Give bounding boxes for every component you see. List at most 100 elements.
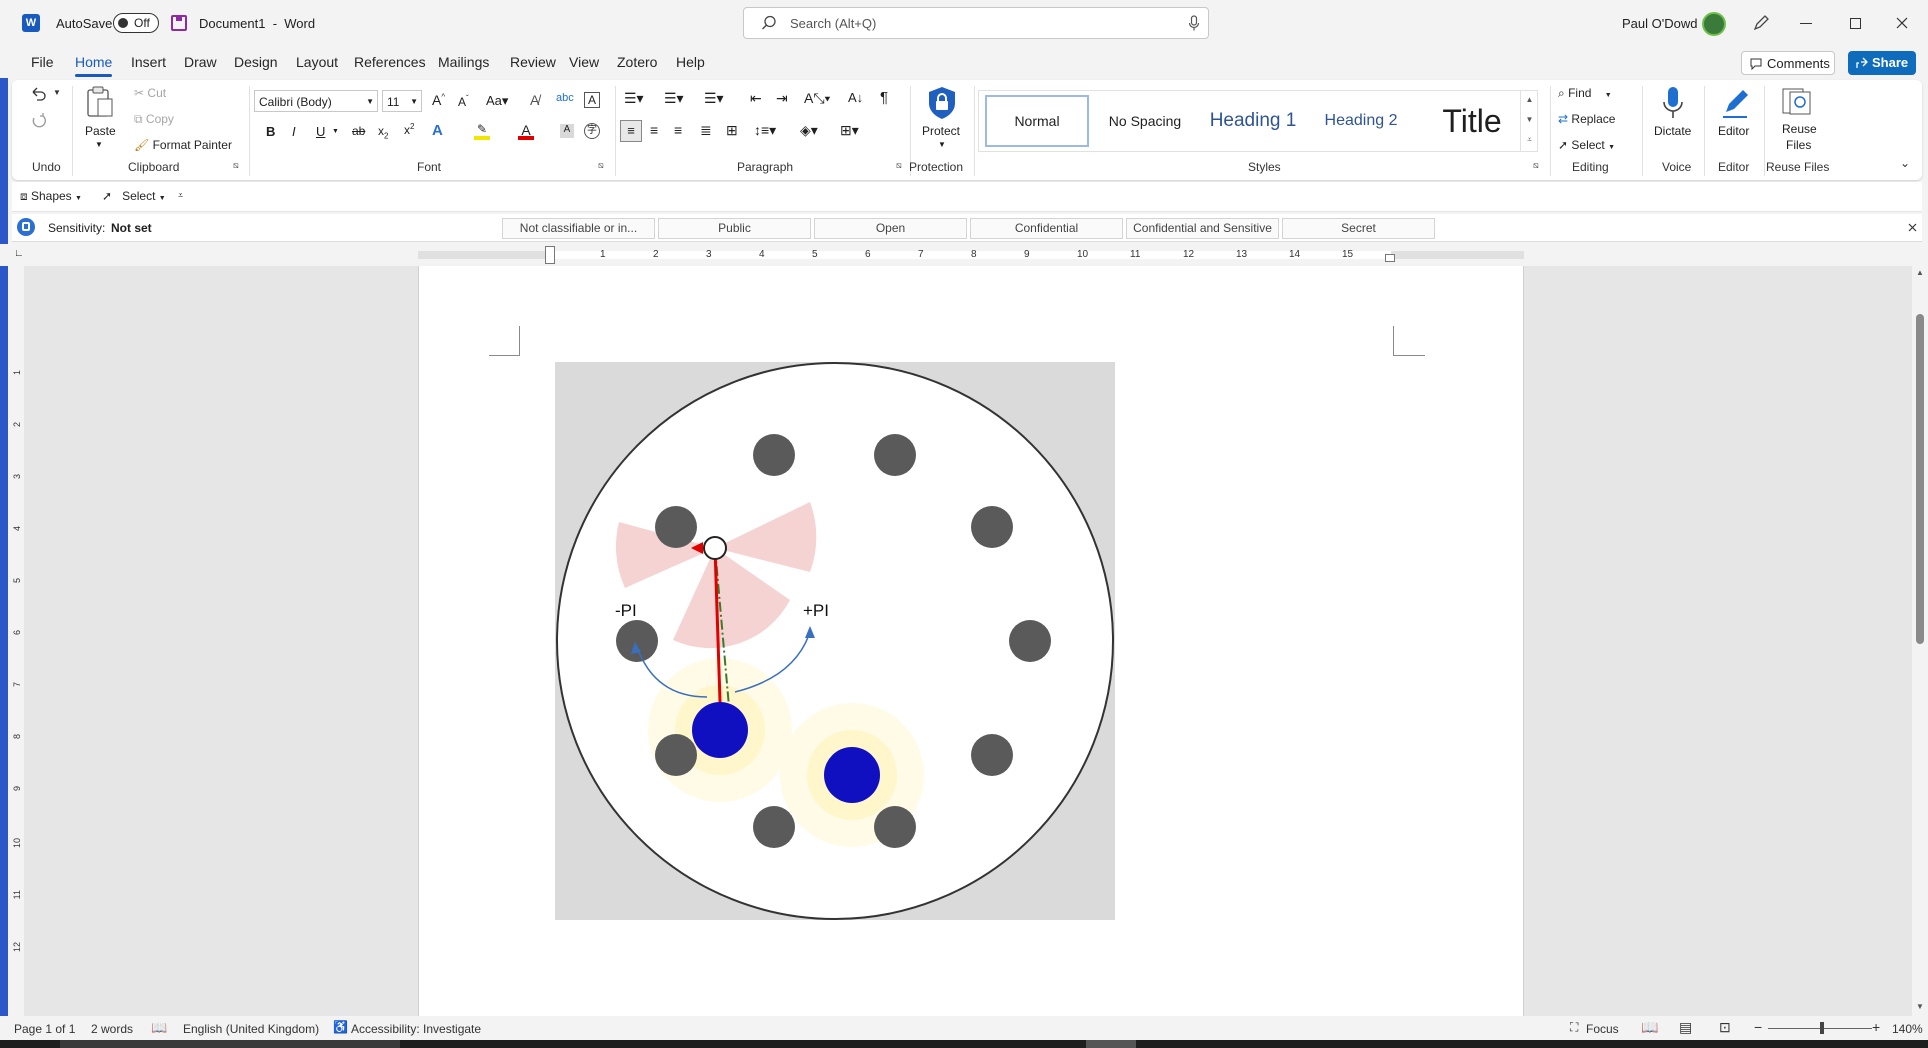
- borders-icon[interactable]: ⊞▾: [840, 122, 859, 139]
- text-effects-icon[interactable]: A: [432, 122, 443, 139]
- sensitivity-option-secret[interactable]: Secret: [1282, 218, 1435, 239]
- comments-button[interactable]: Comments: [1741, 51, 1835, 75]
- paste-button[interactable]: Paste ▼: [85, 86, 119, 149]
- sensitivity-option-not-classifiable[interactable]: Not classifiable or in...: [502, 218, 655, 239]
- focus-label[interactable]: Focus: [1586, 1022, 1619, 1036]
- tab-review[interactable]: Review: [510, 54, 556, 70]
- proofing-icon[interactable]: 📖: [151, 1020, 167, 1036]
- copy-button[interactable]: ⧉ Copy: [134, 112, 174, 127]
- shrink-font-icon[interactable]: Aˇ: [458, 94, 469, 109]
- language[interactable]: English (United Kingdom): [183, 1022, 319, 1036]
- search-input[interactable]: Search (Alt+Q): [790, 16, 876, 31]
- arena-diagram[interactable]: -PI +PI: [555, 362, 1115, 920]
- accessibility-status[interactable]: Accessibility: Investigate: [351, 1022, 481, 1036]
- close-icon[interactable]: [1896, 17, 1908, 29]
- focus-icon[interactable]: ⛶: [1570, 1020, 1578, 1035]
- font-launcher-icon[interactable]: ⧅: [598, 160, 604, 171]
- protect-button[interactable]: Protect ▼: [918, 84, 968, 154]
- undo-dropdown-icon[interactable]: ▼: [53, 88, 61, 97]
- enclose-characters-icon[interactable]: 字: [584, 123, 600, 139]
- italic-icon[interactable]: I: [292, 124, 296, 139]
- select-button[interactable]: ➚ Select ▼: [1558, 138, 1615, 152]
- scroll-up-icon[interactable]: ▲: [1916, 268, 1924, 277]
- phonetic-guide-icon[interactable]: abc: [556, 92, 574, 104]
- tab-insert[interactable]: Insert: [131, 54, 166, 70]
- underline-dropdown-icon[interactable]: ▼: [332, 128, 339, 135]
- sort-icon[interactable]: A↓: [848, 90, 863, 105]
- microphone-icon[interactable]: [1188, 15, 1200, 32]
- redo-icon[interactable]: [30, 112, 48, 130]
- clipboard-launcher-icon[interactable]: ⧅: [233, 160, 239, 171]
- tab-help[interactable]: Help: [676, 54, 705, 70]
- user-name[interactable]: Paul O'Dowd: [1622, 16, 1697, 31]
- font-color-icon[interactable]: A: [518, 122, 534, 140]
- autosave-toggle[interactable]: Off: [113, 13, 159, 33]
- scroll-thumb[interactable]: [1916, 314, 1924, 644]
- distributed-icon[interactable]: ⊞: [726, 122, 738, 139]
- sensitivity-option-open[interactable]: Open: [814, 218, 967, 239]
- tab-view[interactable]: View: [569, 54, 599, 70]
- tab-design[interactable]: Design: [234, 54, 278, 70]
- designer-pen-icon[interactable]: [1752, 14, 1770, 32]
- tab-references[interactable]: References: [354, 54, 426, 70]
- shapes-button[interactable]: ⧈ Shapes ▼: [20, 189, 82, 204]
- scroll-down-icon[interactable]: ▼: [1916, 1002, 1924, 1011]
- bold-icon[interactable]: B: [266, 124, 275, 139]
- search-box[interactable]: Search (Alt+Q): [743, 7, 1209, 39]
- style-no-spacing[interactable]: No Spacing: [1093, 95, 1197, 147]
- line-spacing-icon[interactable]: ↕≡▾: [754, 122, 776, 139]
- web-layout-icon[interactable]: ⊡: [1719, 1019, 1731, 1036]
- share-button[interactable]: Share: [1848, 51, 1916, 75]
- font-size-box[interactable]: 11 ▼: [382, 90, 422, 112]
- replace-button[interactable]: ⇄ Replace: [1558, 112, 1615, 126]
- vertical-ruler[interactable]: 1 2 3 4 5 6 7 8 9 10 11 12: [10, 266, 24, 1016]
- superscript-icon[interactable]: x2: [404, 122, 414, 137]
- styles-launcher-icon[interactable]: ⧅: [1533, 160, 1539, 171]
- tab-mailings[interactable]: Mailings: [438, 54, 489, 70]
- qat-select-button[interactable]: ➚ Select ▼: [102, 189, 166, 203]
- zoom-slider-thumb[interactable]: [1820, 1022, 1824, 1034]
- editor-button[interactable]: Editor: [1710, 84, 1760, 154]
- vertical-scrollbar[interactable]: ▲ ▼: [1912, 266, 1928, 1016]
- tab-file[interactable]: File: [31, 54, 54, 70]
- zoom-level[interactable]: 140%: [1892, 1022, 1923, 1036]
- print-layout-icon[interactable]: ▤: [1679, 1019, 1692, 1036]
- accessibility-icon[interactable]: ♿: [333, 1020, 348, 1034]
- style-heading-1[interactable]: Heading 1: [1201, 95, 1305, 147]
- pilcrow-icon[interactable]: ¶: [880, 89, 888, 106]
- find-button[interactable]: ⌕ Find ▼: [1558, 86, 1612, 101]
- save-icon[interactable]: [171, 15, 187, 31]
- underline-icon[interactable]: U: [316, 124, 325, 139]
- zoom-in-icon[interactable]: +: [1872, 1019, 1880, 1035]
- close-icon[interactable]: [1908, 223, 1917, 232]
- tab-layout[interactable]: Layout: [296, 54, 338, 70]
- cut-button[interactable]: ✂ Cut: [134, 86, 166, 100]
- strikethrough-icon[interactable]: ab: [352, 124, 365, 138]
- horizontal-ruler[interactable]: ∟ 1 2 3 4 5 6 7 8 9 10 11 12 13 14 15: [0, 244, 1928, 266]
- sensitivity-option-public[interactable]: Public: [658, 218, 811, 239]
- format-painter-button[interactable]: 🖌 Format Painter: [134, 138, 232, 152]
- align-left-icon[interactable]: ≡: [620, 120, 642, 142]
- style-title[interactable]: Title: [1417, 95, 1527, 147]
- justify-icon[interactable]: ≣: [700, 122, 712, 139]
- font-name-box[interactable]: Calibri (Body) ▼: [254, 90, 378, 112]
- paint-bucket-icon[interactable]: ◈▾: [800, 122, 818, 139]
- tab-zotero[interactable]: Zotero: [617, 54, 657, 70]
- reuse-files-button[interactable]: Reuse Files: [1770, 84, 1826, 156]
- collapse-ribbon-icon[interactable]: ⌄: [1900, 156, 1910, 170]
- zoom-slider[interactable]: [1768, 1022, 1872, 1034]
- highlight-icon[interactable]: ✎: [474, 122, 490, 140]
- shading-icon[interactable]: A: [560, 124, 574, 138]
- numbering-icon[interactable]: ☰▾: [664, 90, 684, 107]
- clear-formatting-icon[interactable]: A̸: [530, 92, 539, 108]
- increase-indent-icon[interactable]: ⇥: [776, 90, 788, 107]
- paragraph-launcher-icon[interactable]: ⧅: [896, 160, 902, 171]
- multilevel-list-icon[interactable]: ☰▾: [704, 90, 724, 107]
- asian-layout-icon[interactable]: A⤡▾: [804, 90, 830, 107]
- character-border-icon[interactable]: A: [584, 92, 600, 108]
- customize-qat-icon[interactable]: ⩡: [178, 190, 183, 201]
- read-mode-icon[interactable]: 📖: [1641, 1019, 1658, 1036]
- page-count[interactable]: Page 1 of 1: [14, 1022, 75, 1036]
- restore-icon[interactable]: [1850, 18, 1861, 29]
- styles-scroll[interactable]: ▲ ▼ ⩡: [1520, 90, 1538, 152]
